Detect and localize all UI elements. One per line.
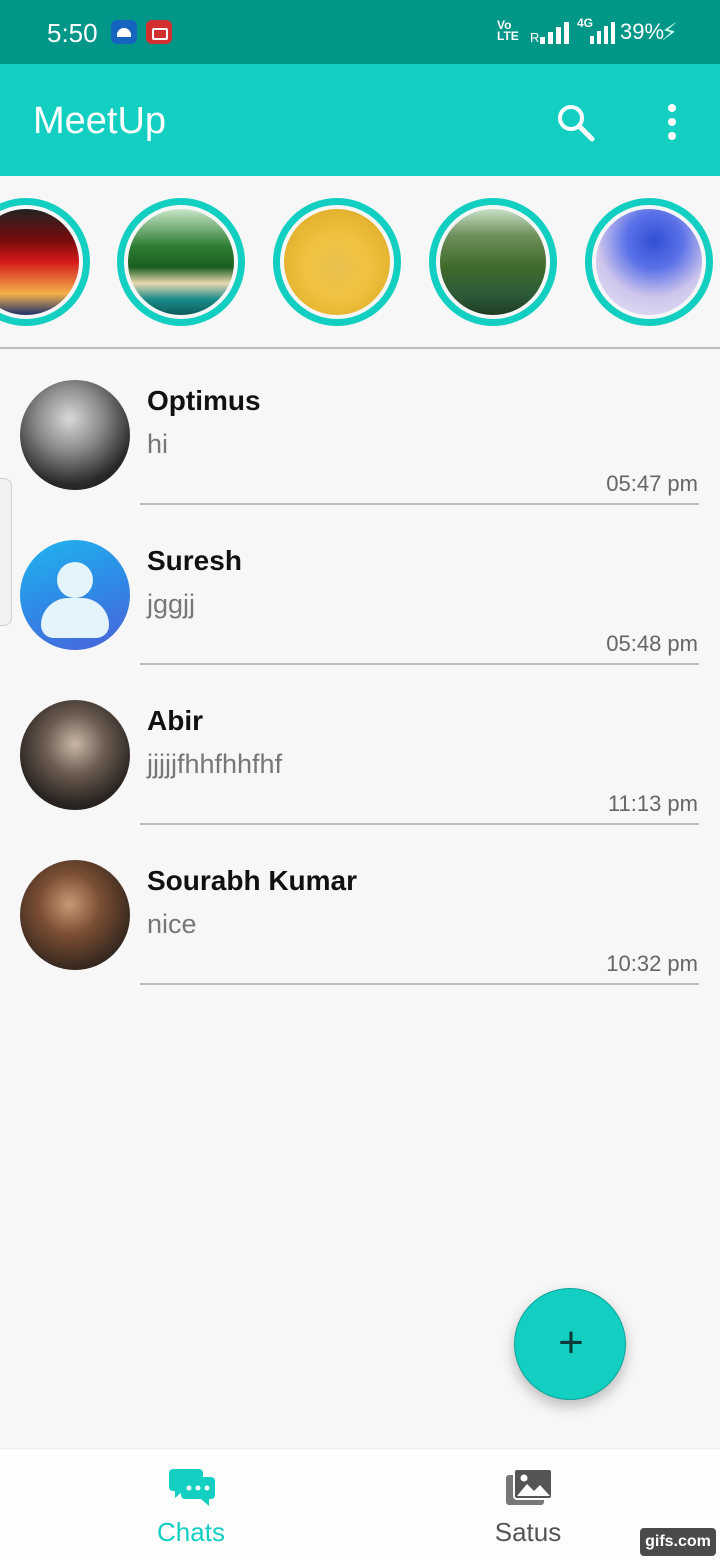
chat-row[interactable]: Abir jjjjjfhhfhhfhf 11:13 pm: [0, 669, 720, 829]
chat-name: Abir: [147, 705, 203, 736]
divider: [140, 503, 699, 505]
story-avatar: [440, 209, 546, 315]
avatar: [20, 700, 130, 810]
status-time: 5:50: [47, 18, 98, 48]
signal-icon: [540, 22, 574, 44]
story-avatar: [0, 209, 79, 315]
search-icon[interactable]: [553, 100, 597, 144]
more-options-icon[interactable]: [654, 100, 690, 144]
signal-icon-2: [590, 22, 616, 44]
story-item[interactable]: [117, 198, 245, 326]
story-avatar: [128, 209, 234, 315]
chat-row[interactable]: Sourabh Kumar nice 10:32 pm: [0, 829, 720, 989]
chat-name: Optimus: [147, 385, 261, 416]
stories-row[interactable]: [0, 176, 720, 349]
chat-last-message: hi: [147, 429, 169, 459]
app-bar: MeetUp: [0, 64, 720, 176]
app-title: MeetUp: [33, 100, 167, 142]
divider: [140, 663, 699, 665]
story-avatar: [596, 209, 702, 315]
chat-row[interactable]: Optimus hi 05:47 pm: [0, 349, 720, 509]
chat-time: 05:47 pm: [606, 471, 698, 496]
charging-icon: ⚡: [661, 19, 678, 46]
story-item[interactable]: [429, 198, 557, 326]
avatar: [20, 380, 130, 490]
story-item[interactable]: [0, 198, 90, 326]
nav-chats-label: Chats: [157, 1517, 225, 1547]
volte-indicator: Vo LTE: [497, 18, 519, 43]
images-icon: [506, 1468, 553, 1505]
roaming-indicator: R: [530, 30, 540, 45]
add-icon: +: [558, 1318, 584, 1367]
avatar: [20, 540, 130, 650]
story-item[interactable]: [585, 198, 713, 326]
status-bar: 5:50 Vo LTE R 4G 39% ⚡: [0, 0, 720, 64]
story-avatar: [284, 209, 390, 315]
battery-percent: 39%: [620, 19, 665, 44]
divider: [140, 823, 699, 825]
watermark: gifs.com: [640, 1528, 716, 1556]
chat-bubbles-icon: [169, 1469, 215, 1506]
chat-time: 10:32 pm: [606, 951, 698, 976]
chat-last-message: jggjj: [147, 589, 196, 619]
nav-chats-tab[interactable]: Chats: [91, 1449, 291, 1560]
chat-name: Suresh: [147, 545, 242, 576]
bottom-navigation: Chats Satus: [0, 1448, 720, 1560]
android-notification-icon: [111, 20, 137, 44]
new-chat-button[interactable]: +: [514, 1288, 626, 1400]
chat-name: Sourabh Kumar: [147, 865, 358, 896]
chat-last-message: nice: [147, 909, 197, 939]
divider: [140, 983, 699, 985]
chat-time: 05:48 pm: [606, 631, 698, 656]
chat-row[interactable]: Suresh jggjj 05:48 pm: [0, 509, 720, 669]
chat-time: 11:13 pm: [607, 791, 698, 816]
nav-status-tab[interactable]: Satus: [428, 1449, 628, 1560]
screen-record-icon: [146, 20, 172, 44]
chat-last-message: jjjjjfhhfhhfhf: [147, 749, 283, 779]
story-item[interactable]: [273, 198, 401, 326]
avatar: [20, 860, 130, 970]
nav-status-label: Satus: [494, 1517, 562, 1547]
